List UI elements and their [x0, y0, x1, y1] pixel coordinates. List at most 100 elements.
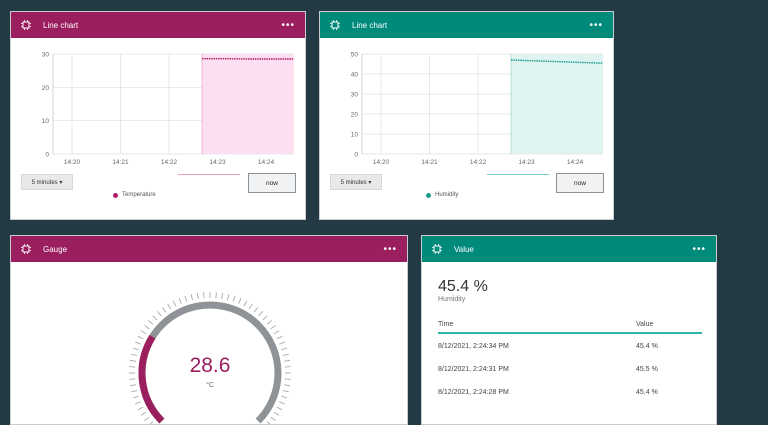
history-table: Time Value 8/12/2021, 2:24:34 PM 45.4 % …	[438, 316, 702, 403]
gauge-tick	[197, 293, 198, 299]
gauge-tick	[284, 385, 290, 386]
chip-icon	[21, 244, 31, 254]
cell-value: 45.5 %	[636, 366, 702, 373]
cell-value: 45.4 %	[636, 343, 702, 350]
y-tick-label: 30	[42, 52, 50, 59]
gauge-tick	[228, 294, 229, 300]
gauge-tick	[254, 307, 258, 312]
card-header: Value •••	[422, 236, 716, 262]
value-label: Humidity	[438, 296, 465, 303]
y-tick-label: 20	[42, 85, 50, 92]
gauge-tick	[179, 298, 181, 304]
gauge-tick	[274, 331, 279, 334]
cell-time: 8/12/2021, 2:24:28 PM	[438, 389, 636, 396]
now-button[interactable]: now	[248, 173, 296, 193]
cell-time: 8/12/2021, 2:24:31 PM	[438, 366, 636, 373]
overflow-menu-icon[interactable]: •••	[281, 20, 295, 31]
gauge-tick	[279, 342, 285, 344]
highlight-area	[511, 54, 603, 154]
table-row: 8/12/2021, 2:24:28 PM 45.4 %	[438, 381, 702, 403]
gauge-tick	[191, 294, 192, 300]
card-header: Line chart •••	[11, 12, 305, 38]
gauge-tick	[283, 354, 289, 355]
gauge-tick	[233, 296, 235, 302]
chart-legend: Temperature	[113, 192, 156, 198]
line-chart-card-humidity: Line chart ••• 0102030405014:2014:2114:2…	[319, 11, 614, 220]
card-title: Line chart	[352, 21, 589, 30]
legend-label: Temperature	[122, 192, 156, 198]
column-header-value: Value	[636, 321, 702, 328]
cell-value: 45.4 %	[636, 389, 702, 396]
gauge-tick	[277, 407, 282, 410]
chip-icon	[432, 244, 442, 254]
gauge-tick	[135, 402, 141, 404]
gauge-tick	[277, 336, 282, 339]
now-button[interactable]: now	[556, 173, 604, 193]
legend-dot	[426, 193, 431, 198]
x-tick-label: 14:20	[373, 159, 390, 166]
gauge-tick	[148, 320, 153, 324]
x-tick-label: 14:23	[518, 159, 535, 166]
gauge-tick	[249, 304, 252, 309]
y-tick-label: 50	[351, 52, 359, 59]
overflow-menu-icon[interactable]: •••	[589, 20, 603, 31]
highlight-area	[202, 54, 294, 154]
cell-time: 8/12/2021, 2:24:34 PM	[438, 343, 636, 350]
gauge-tick	[133, 396, 139, 398]
gauge-tick	[153, 316, 157, 320]
card-title: Value	[454, 245, 692, 254]
table-row: 8/12/2021, 2:24:31 PM 45.5 %	[438, 358, 702, 380]
gauge-tick	[144, 325, 149, 329]
gauge-tick	[284, 360, 290, 361]
gauge-tick	[283, 391, 289, 392]
column-header-time: Time	[438, 321, 636, 328]
chip-icon	[21, 20, 31, 30]
temperature-chart: 0 10 20 30 14:20 14:21 14:22 14:23 14:24	[11, 38, 306, 178]
time-slider[interactable]	[487, 174, 549, 175]
x-tick-label: 14:22	[161, 159, 178, 166]
overflow-menu-icon[interactable]: •••	[692, 244, 706, 255]
x-tick-label: 14:21	[112, 159, 129, 166]
y-tick-label: 10	[351, 132, 359, 139]
humidity-chart: 0102030405014:2014:2114:2214:2314:24	[320, 38, 614, 178]
time-range-select[interactable]: 5 minutes ▾	[330, 174, 382, 190]
gauge-tick	[130, 385, 136, 386]
card-title: Line chart	[43, 21, 281, 30]
gauge-value: 28.6	[190, 354, 231, 377]
chart-legend: Humidity	[426, 192, 458, 198]
gauge-tick	[131, 391, 137, 392]
gauge-tick	[263, 316, 267, 320]
gauge-tick	[162, 307, 166, 312]
time-range-select[interactable]: 5 minutes ▾	[21, 174, 73, 190]
gauge-tick	[135, 342, 141, 344]
legend-dot	[113, 193, 118, 198]
y-tick-label: 10	[42, 118, 50, 125]
x-tick-label: 14:24	[258, 159, 275, 166]
y-tick-label: 40	[351, 72, 359, 79]
card-header: Gauge •••	[11, 236, 407, 262]
y-tick-label: 0	[45, 152, 49, 159]
gauge-tick	[133, 348, 139, 350]
gauge-tick	[141, 412, 146, 415]
gauge-tick	[271, 417, 276, 421]
x-tick-label: 14:21	[421, 159, 438, 166]
gauge-tick	[130, 360, 136, 361]
gauge-card: Gauge ••• 28.6 °C	[10, 235, 408, 425]
current-value: 45.4 %	[438, 278, 488, 296]
x-tick-label: 14:22	[470, 159, 487, 166]
gauge-tick	[157, 311, 161, 316]
gauge-tick	[259, 311, 263, 316]
time-slider[interactable]	[178, 174, 240, 175]
card-header: Line chart •••	[320, 12, 613, 38]
gauge-tick	[138, 336, 143, 339]
legend-label: Humidity	[435, 192, 458, 198]
gauge-tick	[239, 298, 241, 304]
overflow-menu-icon[interactable]: •••	[383, 244, 397, 255]
gauge-tick	[141, 331, 146, 334]
gauge-dial: 28.6 °C	[11, 262, 408, 425]
gauge-tick	[281, 396, 287, 398]
gauge-tick	[131, 354, 137, 355]
x-tick-label: 14:23	[209, 159, 226, 166]
gauge-tick	[267, 320, 272, 324]
x-tick-label: 14:20	[64, 159, 81, 166]
